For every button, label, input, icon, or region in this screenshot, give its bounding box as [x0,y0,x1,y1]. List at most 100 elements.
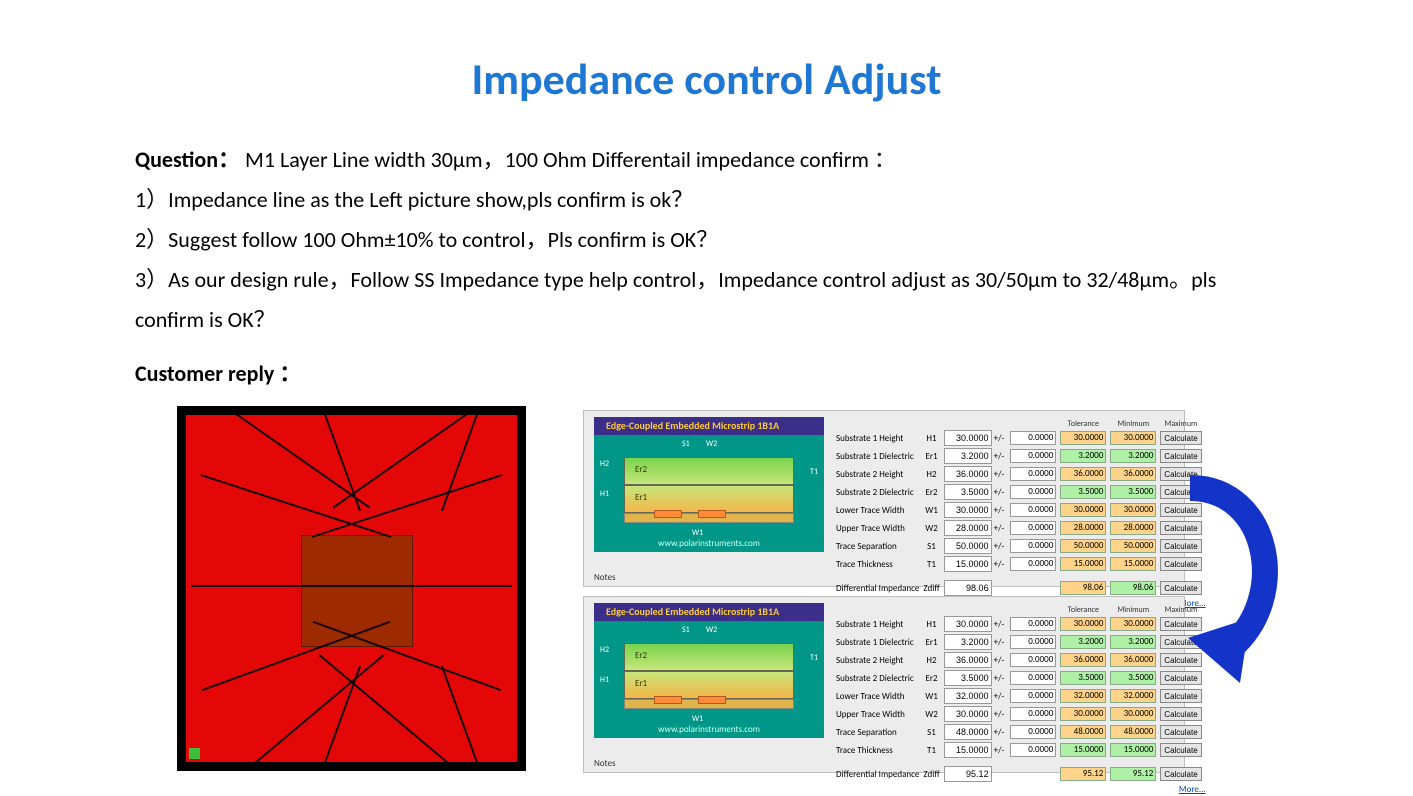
param-symbol: W2 [921,705,941,723]
param-label: Substrate 2 Dielectric [834,483,921,501]
param-max: 15.0000 [1110,743,1156,757]
dim-h1: H1 [600,675,609,685]
param-tolerance[interactable]: 0.0000 [1010,557,1056,571]
param-label: Substrate 2 Height [834,651,921,669]
param-symbol: H1 [921,615,941,633]
param-value-input[interactable] [944,706,992,722]
param-row: Trace ThicknessT1+/-0.000015.000015.0000… [834,741,1208,759]
zdiff-min: 98.06 [1060,581,1106,595]
param-symbol: W1 [921,501,941,519]
param-min: 32.0000 [1060,689,1106,703]
calculate-button[interactable]: Calculate [1160,707,1201,721]
calculate-button[interactable]: Calculate [1160,689,1201,703]
param-value-input[interactable] [944,502,992,518]
question-3: 3）As our design rule，Follow SS Impedance… [135,260,1275,340]
param-value-input[interactable] [944,466,992,482]
param-symbol: Er1 [921,447,941,465]
param-symbol: S1 [921,723,941,741]
calculate-button[interactable]: Calculate [1160,743,1201,757]
param-value-input[interactable] [944,484,992,500]
layer-er1-label: Er1 [635,678,647,689]
param-row: Substrate 1 HeightH1+/-0.000030.000030.0… [834,429,1208,447]
param-value-input[interactable] [944,448,992,464]
calculate-button[interactable]: Calculate [1160,725,1201,739]
param-tolerance[interactable]: 0.0000 [1010,485,1056,499]
param-value-input[interactable] [944,742,992,758]
param-tolerance[interactable]: 0.0000 [1010,689,1056,703]
param-label: Substrate 1 Dielectric [834,633,921,651]
calc-url: www.polarinstruments.com [594,724,824,735]
pcb-chip [301,535,413,647]
param-tolerance[interactable]: 0.0000 [1010,671,1056,685]
param-value-input[interactable] [944,688,992,704]
notes-label: Notes [594,758,615,769]
param-tolerance[interactable]: 0.0000 [1010,653,1056,667]
calc-diagram: Edge-Coupled Embedded Microstrip 1B1A Er… [594,417,824,552]
param-max: 28.0000 [1110,521,1156,535]
param-row: Substrate 2 DielectricEr2+/-0.00003.5000… [834,669,1208,687]
zdiff-value[interactable] [944,766,992,782]
param-value-input[interactable] [944,556,992,572]
question-2: 2）Suggest follow 100 Ohm±10% to control，… [135,220,1275,260]
param-value-input[interactable] [944,538,992,554]
calc-params-bot: ToleranceMinimumMaximumSubstrate 1 Heigh… [834,605,1178,796]
calculate-button[interactable]: Calculate [1160,431,1201,445]
layer-er2-label: Er2 [635,464,647,475]
calc-model-title: Edge-Coupled Embedded Microstrip 1B1A [594,417,824,435]
pcb-origin-marker [189,748,200,759]
param-tolerance[interactable]: 0.0000 [1010,707,1056,721]
param-value-input[interactable] [944,520,992,536]
param-value-input[interactable] [944,670,992,686]
param-tolerance[interactable]: 0.0000 [1010,617,1056,631]
param-tolerance[interactable]: 0.0000 [1010,449,1056,463]
notes-label: Notes [594,572,615,583]
param-symbol: H2 [921,465,941,483]
param-tolerance[interactable]: 0.0000 [1010,521,1056,535]
param-min: 36.0000 [1060,467,1106,481]
param-max: 36.0000 [1110,653,1156,667]
zdiff-max: 98.06 [1110,581,1156,595]
param-max: 36.0000 [1110,467,1156,481]
impedance-calculator-after: Edge-Coupled Embedded Microstrip 1B1A Er… [583,596,1185,773]
param-value-input[interactable] [944,652,992,668]
zdiff-min: 95.12 [1060,767,1106,781]
param-row: Substrate 2 HeightH2+/-0.000036.000036.0… [834,465,1208,483]
param-tolerance[interactable]: 0.0000 [1010,743,1056,757]
param-tolerance[interactable]: 0.0000 [1010,503,1056,517]
diagram-trace-2 [698,510,726,518]
param-label: Upper Trace Width [834,705,921,723]
calc-params-top: ToleranceMinimumMaximumSubstrate 1 Heigh… [834,419,1178,610]
dim-s1: S1 [682,625,690,635]
dim-h2: H2 [600,459,609,469]
param-symbol: T1 [921,555,941,573]
layer-er2-label: Er2 [635,650,647,661]
param-value-input[interactable] [944,724,992,740]
param-row: Lower Trace WidthW1+/-0.000032.000032.00… [834,687,1208,705]
param-symbol: H1 [921,429,941,447]
param-min: 30.0000 [1060,617,1106,631]
param-row: Substrate 1 HeightH1+/-0.000030.000030.0… [834,615,1208,633]
param-tolerance[interactable]: 0.0000 [1010,467,1056,481]
param-value-input[interactable] [944,634,992,650]
param-max: 32.0000 [1110,689,1156,703]
param-label: Trace Thickness [834,555,921,573]
question-block: Question： M1 Layer Line width 30μm，100 O… [135,140,1275,340]
param-symbol: S1 [921,537,941,555]
param-value-input[interactable] [944,430,992,446]
zdiff-value[interactable] [944,580,992,596]
param-value-input[interactable] [944,616,992,632]
zdiff-symbol: Zdiff [921,579,941,597]
param-tolerance[interactable]: 0.0000 [1010,431,1056,445]
param-row: Upper Trace WidthW2+/-0.000030.000030.00… [834,705,1208,723]
param-symbol: W2 [921,519,941,537]
param-label: Trace Separation [834,537,921,555]
more-link[interactable]: More... [1179,784,1206,795]
calculate-button[interactable]: Calculate [1160,767,1201,781]
param-tolerance[interactable]: 0.0000 [1010,635,1056,649]
param-max: 3.5000 [1110,671,1156,685]
param-tolerance[interactable]: 0.0000 [1010,725,1056,739]
calculate-button[interactable]: Calculate [1160,449,1201,463]
question-label: Question： [135,146,240,173]
calc-url: www.polarinstruments.com [594,538,824,549]
param-tolerance[interactable]: 0.0000 [1010,539,1056,553]
